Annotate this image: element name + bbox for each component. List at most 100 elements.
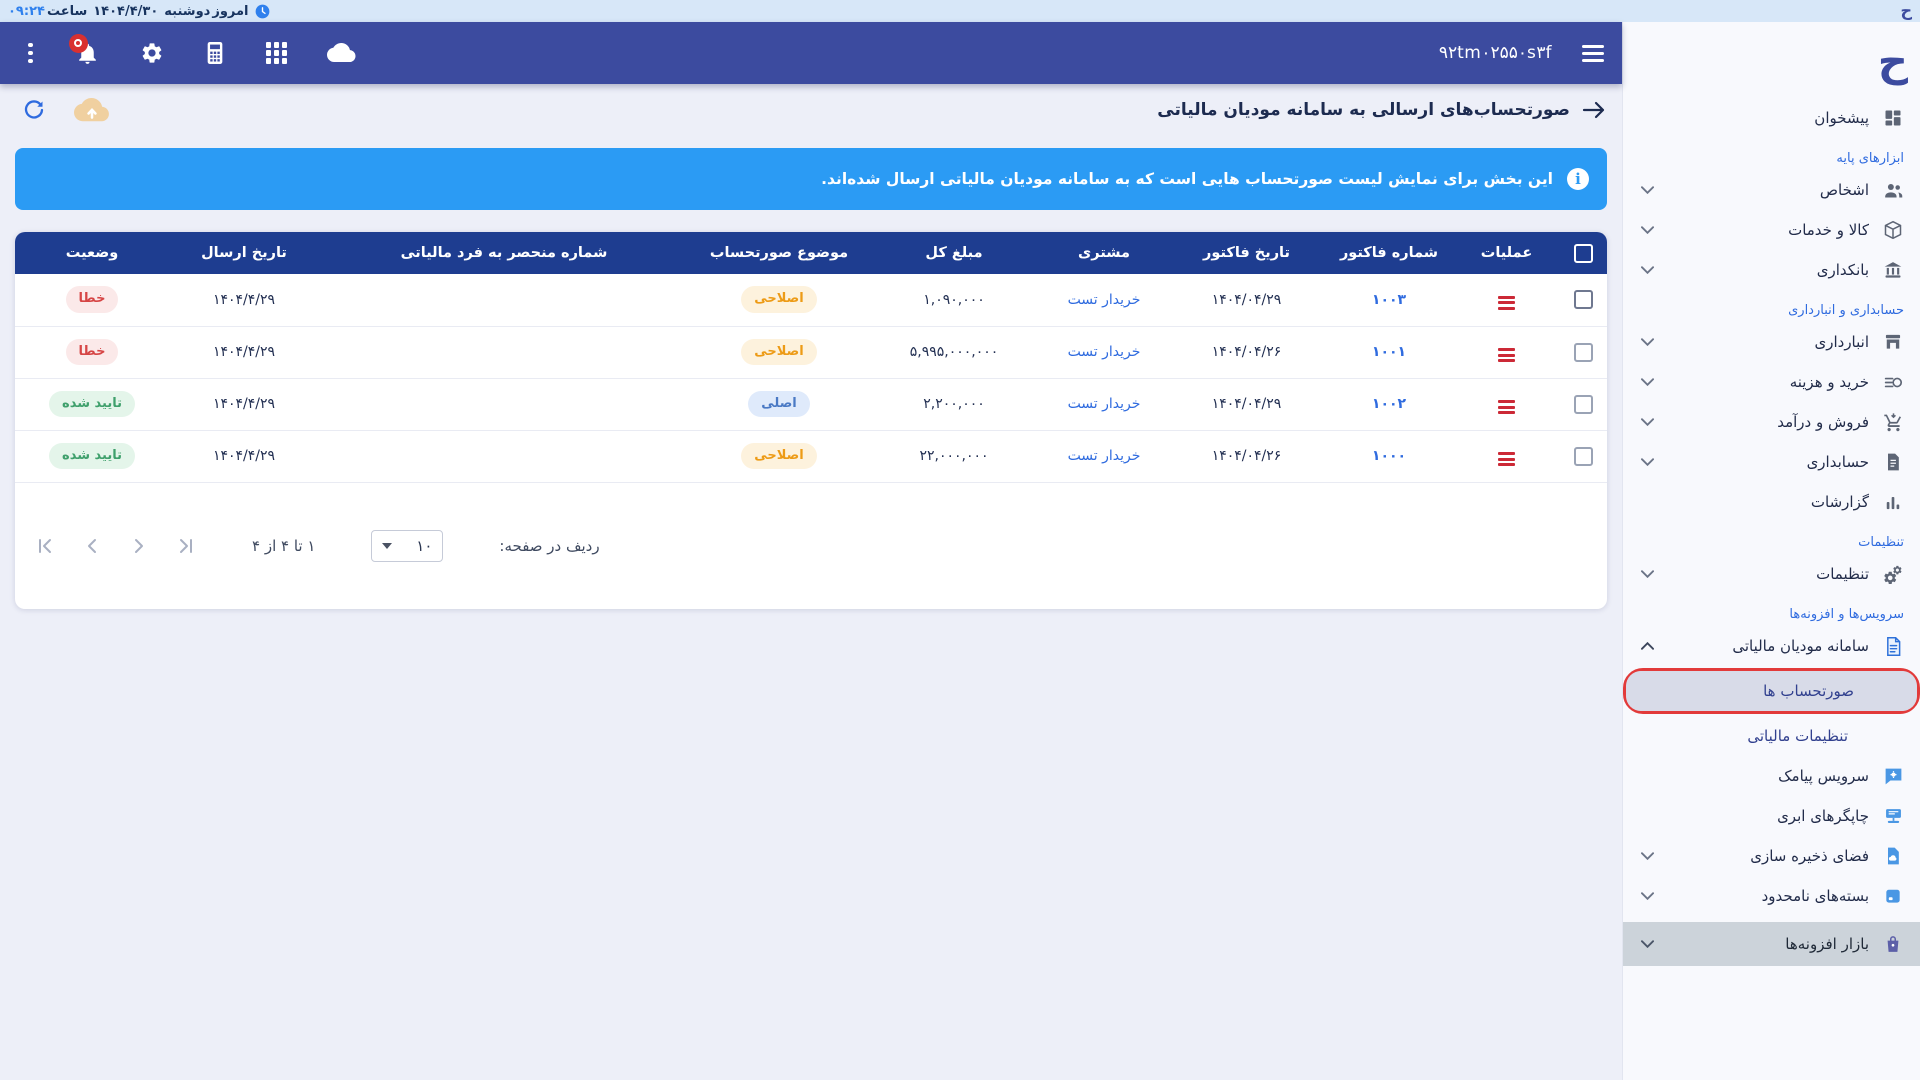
rows-per-page-label: ردیف در صفحه: <box>499 537 599 555</box>
main-column: ۹۲tm۰۲۵۵۰s۳f صورتح <box>0 22 1622 1080</box>
sidebar-item-label: پیشخوان <box>1641 109 1869 127</box>
chevron-down-icon <box>1641 226 1654 234</box>
sidebar-item-goods-services[interactable]: کالا و خدمات <box>1623 210 1920 250</box>
bar-chart-icon <box>1882 491 1904 513</box>
cloud-icon[interactable] <box>327 42 357 64</box>
chevron-down-icon <box>1641 378 1654 386</box>
clock-icon <box>255 4 270 19</box>
col-total: مبلغ کل <box>869 232 1039 274</box>
next-page-button[interactable] <box>129 536 149 556</box>
col-customer: مشتری <box>1039 232 1169 274</box>
customer-link[interactable]: خریدار تست <box>1068 396 1141 412</box>
total-amount: ۲۲,۰۰۰,۰۰۰ <box>869 430 1039 482</box>
sidebar-item-sales-income[interactable]: فروش و درآمد <box>1623 402 1920 442</box>
sidebar-item-invoices: صورتحساب ها <box>1626 671 1917 711</box>
row-checkbox[interactable] <box>1574 395 1593 414</box>
notifications-bell-icon[interactable] <box>75 41 100 66</box>
select-all-checkbox[interactable] <box>1574 244 1593 263</box>
sidebar-item-reports[interactable]: گزارشات <box>1623 482 1920 522</box>
customer-link[interactable]: خریدار تست <box>1068 344 1141 360</box>
send-date: ۱۴۰۴/۴/۲۹ <box>169 274 319 326</box>
pagination-range-text: ۱ تا ۴ از ۴ <box>252 537 315 555</box>
row-checkbox[interactable] <box>1574 447 1593 466</box>
last-page-button[interactable] <box>176 536 196 556</box>
sidebar-item-cloud-printers[interactable]: چاپگرهای ابری <box>1623 796 1920 836</box>
sidebar-item-addons-market[interactable]: بازار افزونه‌ها <box>1623 922 1920 966</box>
chevron-down-icon <box>1641 852 1654 860</box>
sidebar-item-label: سرویس پیامک <box>1641 767 1869 785</box>
first-page-button[interactable] <box>35 536 55 556</box>
dashboard-icon <box>1882 107 1904 129</box>
table-row: ۱۰۰۰ ۱۴۰۴/۰۴/۲۶ خریدار تست ۲۲,۰۰۰,۰۰۰ اص… <box>15 430 1607 482</box>
sidebar-item-storage-space[interactable]: فضای ذخیره سازی <box>1623 836 1920 876</box>
chevron-down-icon <box>1641 570 1654 578</box>
col-subject: موضوع صورتحساب <box>689 232 869 274</box>
total-amount: ۵,۹۹۵,۰۰۰,۰۰۰ <box>869 326 1039 378</box>
operations-menu-button[interactable] <box>1495 449 1518 469</box>
customer-link[interactable]: خریدار تست <box>1068 448 1141 464</box>
chevron-down-icon <box>1641 940 1654 948</box>
invoice-number-link[interactable]: ۱۰۰۱ <box>1372 344 1406 360</box>
gear-icon[interactable] <box>140 41 164 65</box>
kebab-menu-icon[interactable] <box>26 41 35 66</box>
col-invoice-no: شماره فاکتور <box>1324 232 1454 274</box>
sidebar-item-banking[interactable]: بانکداری <box>1623 250 1920 290</box>
sms-gear-icon <box>1882 765 1904 787</box>
calculator-icon[interactable] <box>204 41 226 65</box>
refresh-icon[interactable] <box>22 98 46 122</box>
row-checkbox[interactable] <box>1574 290 1593 309</box>
invoice-number-link[interactable]: ۱۰۰۳ <box>1372 292 1406 308</box>
sidebar-item-settings[interactable]: تنظیمات <box>1623 554 1920 594</box>
store-icon <box>1882 331 1904 353</box>
document-icon <box>1882 451 1904 473</box>
package-icon <box>1882 885 1904 907</box>
sidebar-item-accounting[interactable]: حسابداری <box>1623 442 1920 482</box>
sidebar-item-label: بسته‌های نامحدود <box>1667 887 1869 905</box>
invoice-number-link[interactable]: ۱۰۰۰ <box>1372 448 1406 464</box>
chevron-down-icon <box>1641 266 1654 274</box>
sidebar-item-persons[interactable]: اشخاص <box>1623 170 1920 210</box>
sidebar-item-invoices-selected[interactable]: صورتحساب ها <box>1623 668 1920 714</box>
sidebar-item-label: بازار افزونه‌ها <box>1667 935 1869 953</box>
cloud-upload-icon[interactable] <box>74 97 110 123</box>
col-operations: عملیات <box>1454 232 1559 274</box>
chevron-down-icon <box>1641 458 1654 466</box>
sidebar-item-tax-moadian-system[interactable]: سامانه مودیان مالیاتی <box>1623 626 1920 666</box>
sidebar-item-sms-service[interactable]: سرویس پیامک <box>1623 756 1920 796</box>
operations-menu-button[interactable] <box>1495 397 1518 417</box>
row-checkbox[interactable] <box>1574 343 1593 362</box>
customer-link[interactable]: خریدار تست <box>1068 292 1141 308</box>
subject-badge: اصلاحی <box>741 443 816 470</box>
back-arrow-icon[interactable] <box>1582 100 1606 120</box>
sidebar-item-label: فضای ذخیره سازی <box>1667 847 1869 865</box>
cart-icon <box>1882 411 1904 433</box>
send-date: ۱۴۰۴/۴/۲۹ <box>169 430 319 482</box>
operations-menu-button[interactable] <box>1495 345 1518 365</box>
info-banner-text: این بخش برای نمایش لیست صورتحساب هایی اس… <box>821 170 1553 188</box>
previous-page-button[interactable] <box>82 536 102 556</box>
sidebar-item-tax-settings[interactable]: تنظیمات مالیاتی <box>1623 716 1920 756</box>
invoice-date: ۱۴۰۴/۰۴/۲۶ <box>1169 430 1324 482</box>
sidebar-item-purchase-expense[interactable]: خرید و هزینه <box>1623 362 1920 402</box>
box-icon <box>1882 219 1904 241</box>
subject-badge: اصلاحی <box>741 339 816 366</box>
sidebar-item-label: فروش و درآمد <box>1667 413 1869 431</box>
operations-menu-button[interactable] <box>1495 293 1518 313</box>
apps-grid-icon[interactable] <box>266 42 288 64</box>
sidebar-item-unlimited-packages[interactable]: بسته‌های نامحدود <box>1623 876 1920 916</box>
send-date: ۱۴۰۴/۴/۲۹ <box>169 326 319 378</box>
select-all-header <box>1559 232 1607 274</box>
sidebar-section-accounting-warehousing: حسابداری و انبارداری <box>1623 290 1920 322</box>
chevron-down-icon <box>382 543 392 549</box>
sidebar-item-warehousing[interactable]: انبارداری <box>1623 322 1920 362</box>
invoice-number-link[interactable]: ۱۰۰۲ <box>1372 396 1406 412</box>
send-date: ۱۴۰۴/۴/۲۹ <box>169 378 319 430</box>
hamburger-menu-icon[interactable] <box>1582 45 1604 62</box>
sidebar-item-dashboard[interactable]: پیشخوان <box>1623 98 1920 138</box>
sidebar-item-label: بانکداری <box>1667 261 1869 279</box>
brand-logo-small: ح <box>1900 3 1912 19</box>
chevron-up-icon <box>1641 642 1654 650</box>
sidebar-section-services-addons: سرویس‌ها و افزونه‌ها <box>1623 594 1920 626</box>
rows-per-page-select[interactable]: ۱۰ <box>371 530 443 562</box>
sidebar-item-label: چاپگرهای ابری <box>1641 807 1869 825</box>
